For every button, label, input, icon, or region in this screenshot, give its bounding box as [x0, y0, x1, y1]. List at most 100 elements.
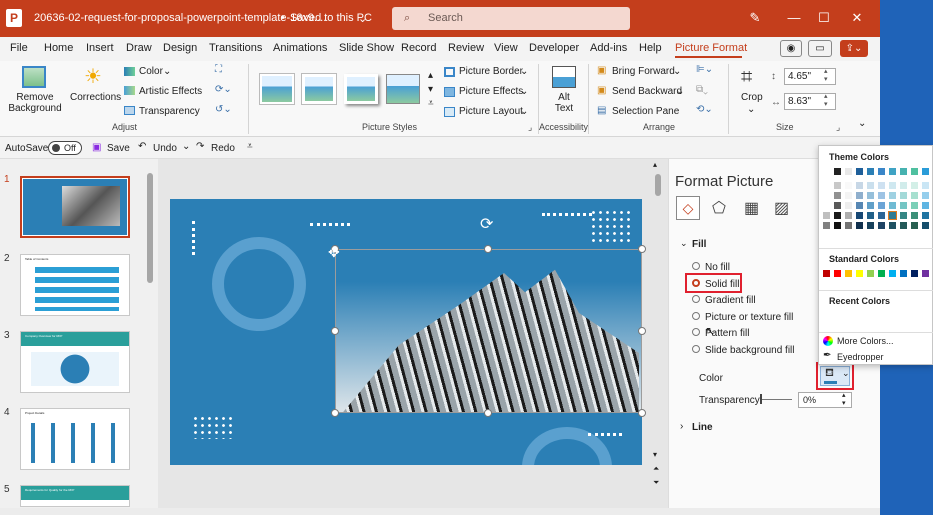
- menu-view[interactable]: View: [494, 42, 518, 54]
- bring-forward-button[interactable]: Bring Forward: [612, 66, 675, 77]
- radio-slide-background-fill[interactable]: [692, 345, 700, 353]
- theme-color-swatch[interactable]: [922, 222, 929, 229]
- theme-color-swatch[interactable]: [878, 192, 885, 199]
- standard-color-swatch[interactable]: [845, 270, 852, 277]
- theme-color-swatch[interactable]: [856, 212, 863, 219]
- rotate-icon[interactable]: ⟲⌄: [696, 104, 713, 115]
- more-colors-option[interactable]: More Colors...: [837, 336, 894, 346]
- menu-transitions[interactable]: Transitions: [209, 42, 262, 54]
- menu-help[interactable]: Help: [639, 42, 662, 54]
- picture-border-button[interactable]: Picture Border: [459, 66, 523, 77]
- theme-color-swatch[interactable]: [878, 202, 885, 209]
- effects-tab-icon[interactable]: ⬠: [712, 198, 726, 218]
- artistic-effects-button[interactable]: Artistic Effects: [139, 86, 202, 97]
- share-icon[interactable]: ⇪⌄: [840, 40, 868, 57]
- collapse-ribbon-icon[interactable]: ⌄: [858, 118, 866, 129]
- standard-color-swatch[interactable]: [834, 270, 841, 277]
- standard-color-swatch[interactable]: [911, 270, 918, 277]
- menu-home[interactable]: Home: [44, 42, 73, 54]
- comments-icon[interactable]: ▭: [808, 40, 832, 57]
- alt-text-button[interactable]: Alt Text: [552, 92, 576, 114]
- send-backward-button[interactable]: Send Backward: [612, 86, 682, 97]
- picture-style-3[interactable]: [344, 74, 378, 104]
- theme-color-swatch[interactable]: [922, 168, 929, 175]
- theme-color-swatch[interactable]: [900, 182, 907, 189]
- theme-color-swatch[interactable]: [889, 192, 896, 199]
- scroll-down-icon[interactable]: ▾: [653, 450, 657, 459]
- theme-color-swatch[interactable]: [889, 168, 896, 175]
- menu-draw[interactable]: Draw: [126, 42, 152, 54]
- fill-section-header[interactable]: Fill: [692, 239, 706, 250]
- styles-scroll-down-icon[interactable]: ▾: [428, 84, 433, 95]
- theme-color-swatch[interactable]: [900, 192, 907, 199]
- theme-color-swatch[interactable]: [867, 202, 874, 209]
- menu-developer[interactable]: Developer: [529, 42, 579, 54]
- standard-color-swatch[interactable]: [867, 270, 874, 277]
- maximize-icon[interactable]: ☐: [815, 9, 833, 27]
- theme-color-swatch[interactable]: [856, 222, 863, 229]
- undo-button[interactable]: Undo: [153, 143, 177, 154]
- theme-color-swatch[interactable]: [900, 212, 907, 219]
- standard-color-swatch[interactable]: [889, 270, 896, 277]
- radio-picture-fill[interactable]: [692, 312, 700, 320]
- theme-color-swatch[interactable]: [867, 222, 874, 229]
- theme-color-swatch[interactable]: [911, 222, 918, 229]
- slide-thumbnail-2[interactable]: Table of Contents: [20, 254, 130, 316]
- theme-color-swatch[interactable]: [856, 192, 863, 199]
- theme-color-swatch[interactable]: [845, 192, 852, 199]
- resize-handle[interactable]: [638, 245, 646, 253]
- theme-color-swatch[interactable]: [922, 192, 929, 199]
- slide-thumbnail-1[interactable]: [20, 176, 130, 238]
- height-spinner-icon[interactable]: ▴ ▾: [824, 68, 828, 84]
- redo-button[interactable]: Redo: [211, 143, 235, 154]
- selection-pane-button[interactable]: Selection Pane: [612, 106, 679, 117]
- theme-color-swatch[interactable]: [878, 222, 885, 229]
- theme-color-swatch[interactable]: [823, 222, 830, 229]
- theme-color-swatch[interactable]: [856, 182, 863, 189]
- slider-thumb[interactable]: [760, 394, 762, 404]
- theme-color-swatch[interactable]: [845, 168, 852, 175]
- theme-color-swatch[interactable]: [823, 192, 830, 199]
- canvas-scrollbar[interactable]: [655, 174, 661, 196]
- menu-insert[interactable]: Insert: [86, 42, 114, 54]
- resize-handle[interactable]: [638, 409, 646, 417]
- theme-color-swatch[interactable]: [888, 211, 897, 220]
- width-spinner-icon[interactable]: ▴ ▾: [824, 93, 828, 109]
- standard-color-swatch[interactable]: [900, 270, 907, 277]
- picture-effects-button[interactable]: Picture Effects: [459, 86, 523, 97]
- slide-thumbnail-5[interactable]: Requirements for Quality for the RFP: [20, 485, 130, 507]
- theme-color-swatch[interactable]: [922, 202, 929, 209]
- slide-thumbnail-3[interactable]: Company Overview for RFP: [20, 331, 130, 393]
- search-box[interactable]: ⌕ Search: [392, 7, 630, 30]
- menu-animations[interactable]: Animations: [273, 42, 327, 54]
- theme-color-swatch[interactable]: [867, 182, 874, 189]
- standard-color-swatch[interactable]: [922, 270, 929, 277]
- dialog-launcher-icon[interactable]: ⌟: [528, 122, 532, 133]
- resize-handle[interactable]: [638, 327, 646, 335]
- resize-handle[interactable]: [484, 409, 492, 417]
- menu-picture-format[interactable]: Picture Format: [675, 42, 747, 54]
- picture-layout-button[interactable]: Picture Layout: [459, 106, 523, 117]
- theme-color-swatch[interactable]: [900, 202, 907, 209]
- theme-color-swatch[interactable]: [922, 182, 929, 189]
- slide-thumbnail-4[interactable]: Project Details: [20, 408, 130, 470]
- theme-color-swatch[interactable]: [889, 202, 896, 209]
- theme-color-swatch[interactable]: [889, 222, 896, 229]
- crop-button[interactable]: Crop: [741, 92, 763, 103]
- minimize-icon[interactable]: —: [785, 9, 803, 27]
- corrections-button[interactable]: Corrections: [70, 92, 121, 103]
- theme-color-swatch[interactable]: [845, 212, 852, 219]
- theme-color-swatch[interactable]: [867, 192, 874, 199]
- standard-color-swatch[interactable]: [856, 270, 863, 277]
- picture-fill-label[interactable]: Picture or texture fill: [705, 312, 793, 323]
- chevron-right-icon[interactable]: ›: [680, 421, 683, 432]
- resize-handle[interactable]: [331, 409, 339, 417]
- picture-style-4[interactable]: [386, 74, 420, 104]
- scroll-up-icon[interactable]: ▴: [653, 160, 657, 169]
- save-button[interactable]: Save: [107, 143, 130, 154]
- theme-color-swatch[interactable]: [911, 202, 918, 209]
- theme-color-swatch[interactable]: [911, 192, 918, 199]
- theme-color-swatch[interactable]: [922, 212, 929, 219]
- compress-pictures-icon[interactable]: ⛶: [215, 64, 222, 75]
- theme-color-swatch[interactable]: [911, 168, 918, 175]
